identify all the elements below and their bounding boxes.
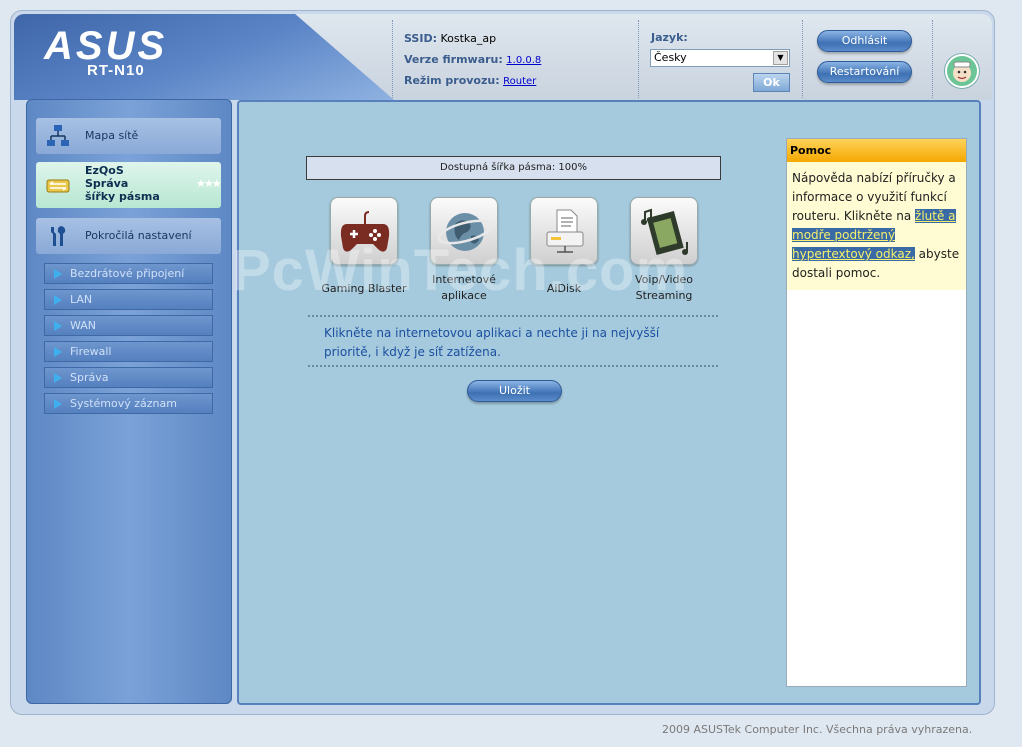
gaming-blaster-button[interactable] [330,197,398,265]
firmware-link[interactable]: 1.0.0.8 [506,55,541,66]
internet-apps-button[interactable] [430,197,498,265]
logout-button[interactable]: Odhlásit [817,30,912,52]
restart-button[interactable]: Restartování [817,61,912,83]
network-map-icon [47,125,69,146]
qos-label-line-2: Správa [85,177,129,190]
model-name: RT-N10 [87,62,145,79]
tools-icon [51,226,66,246]
header-divider [638,20,639,98]
qos-label-line-1: EzQoS [85,164,124,177]
app-label-line: Streaming [635,289,693,302]
copyright-footer: 2009 ASUSTek Computer Inc. Všechna práva… [662,723,973,736]
save-button[interactable]: Uložit [467,380,562,402]
bandwidth-icon [46,179,70,193]
subitem-label: Systémový záznam [70,397,177,410]
header-divider [932,20,933,98]
app-label-line: Gaming Blaster [321,282,407,295]
app-label: Voip/Video Streaming [614,272,714,304]
app-label-line: aplikace [441,289,487,302]
dotted-divider [308,315,718,317]
language-selected: Česky [654,51,687,64]
header-divider [392,20,393,98]
subitem-label: Bezdrátové připojení [70,267,185,280]
dropdown-arrow-icon[interactable]: ▼ [773,51,788,65]
sidebar-subitem-system-log[interactable]: Systémový záznam [44,393,213,414]
qos-label-line-3: šířky pásma [85,190,160,203]
dotted-divider [308,365,718,367]
language-ok-button[interactable]: Ok [753,73,790,92]
app-label: Gaming Blaster [314,281,414,297]
sidebar-subitem-administration[interactable]: Správa [44,367,213,388]
qos-description: Klikněte na internetovou aplikaci a nech… [324,324,704,362]
sidebar-subitem-firewall[interactable]: Firewall [44,341,213,362]
help-body: Nápověda nabízí příručky a informace o v… [787,162,966,290]
subitem-label: Správa [70,371,109,384]
description-line: prioritě, i když je síť zatížena. [324,345,501,359]
app-label-line: Internetové [432,273,496,286]
ssid-value: Kostka_ap [440,32,497,45]
firmware-label: Verze firmwaru: [404,53,503,66]
disk-document-icon [546,209,584,253]
voip-video-button[interactable] [630,197,698,265]
arrow-right-icon [54,347,62,357]
sidebar-subitem-wireless[interactable]: Bezdrátové připojení [44,263,213,284]
app-label-line: Voip/Video [635,273,693,286]
stars-icon: ★★★ [196,177,222,190]
sidebar-item-advanced[interactable]: Pokročilá nastavení [36,218,221,254]
help-title: Pomoc [787,139,966,162]
mode-link[interactable]: Router [503,76,536,87]
sidebar-item-label: EzQoS Správa šířky pásma [85,164,160,203]
aidisk-button[interactable] [530,197,598,265]
sidebar-subitem-wan[interactable]: WAN [44,315,213,336]
status-info: SSID: Kostka_ap Verze firmwaru: 1.0.0.8 … [404,32,541,95]
header-divider [802,20,803,98]
language-label: Jazyk: [651,31,688,44]
app-label: AiDisk [514,281,614,297]
mascot-avatar-icon [945,54,979,88]
subitem-label: LAN [70,293,93,306]
language-select[interactable]: Česky ▼ [650,49,790,67]
sidebar-item-network-map[interactable]: Mapa sítě [36,118,221,154]
brand-area: ASUS RT-N10 [14,14,394,100]
subitem-label: Firewall [70,345,112,358]
globe-icon [437,213,493,251]
app-label-line: AiDisk [546,282,582,295]
bandwidth-status: Dostupná šířka pásma: 100% [306,156,721,180]
description-line: Klikněte na internetovou aplikaci a nech… [324,326,660,340]
ssid-label: SSID: [404,32,437,45]
arrow-right-icon [54,295,62,305]
arrow-right-icon [54,399,62,409]
gamepad-icon [340,211,390,252]
help-panel: Pomoc Nápověda nabízí příručky a informa… [786,138,967,687]
arrow-right-icon [54,269,62,279]
subitem-label: WAN [70,319,97,332]
sidebar-item-ezqos[interactable]: EzQoS Správa šířky pásma ★★★ [36,162,222,208]
sidebar-item-label: Pokročilá nastavení [85,229,192,242]
arrow-right-icon [54,321,62,331]
arrow-right-icon [54,373,62,383]
app-label: Internetové aplikace [414,272,514,304]
sidebar-item-label: Mapa sítě [85,129,139,142]
sidebar-subitem-lan[interactable]: LAN [44,289,213,310]
mode-label: Režim provozu: [404,74,500,87]
film-music-icon [641,208,688,255]
